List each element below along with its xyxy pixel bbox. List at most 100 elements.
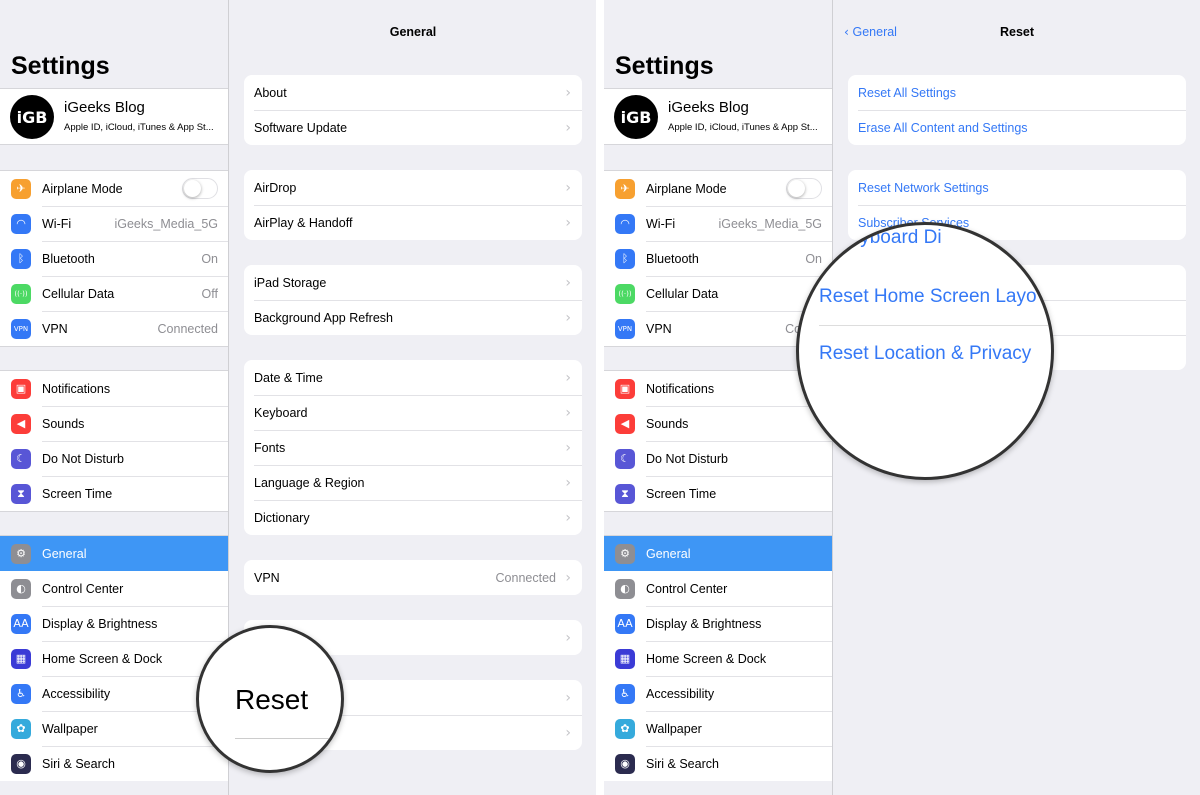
control-center-icon: ◐ — [615, 578, 635, 599]
list-item-background-app-refresh[interactable]: Background App Refresh › — [244, 300, 582, 335]
sidebar-item-vpn[interactable]: VPN VPN Connected — [0, 311, 228, 346]
airplane-mode-toggle[interactable] — [182, 178, 218, 199]
wallpaper-icon: ✿ — [615, 718, 635, 739]
sidebar-title: Settings — [615, 52, 714, 80]
magnified-location-privacy-label[interactable]: Reset Location & Privacy — [819, 343, 1031, 365]
list-item-language-region[interactable]: Language & Region › — [244, 465, 582, 500]
sidebar-item-home-screen-dock[interactable]: ▦ Home Screen & Dock — [0, 641, 228, 676]
control-center-icon: ◐ — [11, 578, 31, 599]
card-storage: iPad Storage › Background App Refresh › — [244, 265, 582, 335]
sidebar-item-notifications[interactable]: ▣ Notifications — [0, 371, 228, 406]
sidebar-item-sounds[interactable]: ◀ Sounds — [604, 406, 832, 441]
list-item-label: AirPlay & Handoff — [254, 215, 353, 230]
page-title: General — [389, 25, 437, 39]
profile-subtitle: Apple ID, iCloud, iTunes & App St... — [64, 122, 214, 133]
sidebar-item-do-not-disturb[interactable]: ☾ Do Not Disturb — [0, 441, 228, 476]
sidebar-item-siri-search[interactable]: ◉ Siri & Search — [0, 746, 228, 781]
chevron-right-icon: › — [565, 310, 571, 326]
sidebar-group-connectivity: ✈ Airplane Mode ◠ Wi-Fi iGeeks_Media_5G ᛒ Blue… — [0, 170, 228, 347]
sidebar-item-accessibility[interactable]: ♿ Accessibility — [0, 676, 228, 711]
profile-name: iGeeks Blog — [64, 99, 145, 116]
sidebar-title: Settings — [11, 52, 110, 80]
sidebar-item-cellular-data[interactable]: ((·)) Cellular Data Off — [0, 276, 228, 311]
list-item-about[interactable]: About › — [244, 75, 582, 110]
list-item-label: iPad Storage — [254, 275, 327, 290]
chevron-right-icon: › — [565, 85, 571, 101]
bluetooth-icon: ᛒ — [615, 248, 635, 269]
sidebar-item-label: Display & Brightness — [646, 616, 762, 631]
sidebar-item-label: Bluetooth — [42, 251, 95, 266]
sidebar-item-do-not-disturb[interactable]: ☾ Do Not Disturb — [604, 441, 832, 476]
sidebar-item-airplane-mode[interactable]: ✈ Airplane Mode — [0, 171, 228, 206]
sidebar-item-label: Cellular Data — [42, 286, 115, 301]
airplane-mode-toggle[interactable] — [786, 178, 822, 199]
list-item-software-update[interactable]: Software Update › — [244, 110, 582, 145]
card-date-time: Date & Time › Keyboard › Fonts › Language & Re… — [244, 360, 582, 535]
sidebar-item-value: iGeeks_Media_5G — [114, 216, 218, 231]
sidebar-item-bluetooth[interactable]: ᛒ Bluetooth On — [0, 241, 228, 276]
sidebar-item-wi-fi[interactable]: ◠ Wi-Fi iGeeks_Media_5G — [604, 206, 832, 241]
sidebar-item-label: Home Screen & Dock — [42, 651, 163, 666]
notifications-icon: ▣ — [615, 378, 635, 399]
settings-sidebar: Settings iGB iGeeks Blog Apple ID, iClou… — [0, 0, 229, 795]
sidebar-item-label: Home Screen & Dock — [646, 651, 767, 666]
chevron-right-icon: › — [565, 215, 571, 231]
chevron-right-icon: › — [565, 630, 571, 646]
sidebar-item-label: Do Not Disturb — [646, 451, 728, 466]
sidebar-item-label: Bluetooth — [646, 251, 699, 266]
sidebar-item-accessibility[interactable]: ♿ Accessibility — [604, 676, 832, 711]
list-item-fonts[interactable]: Fonts › — [244, 430, 582, 465]
sidebar-item-siri-search[interactable]: ◉ Siri & Search — [604, 746, 832, 781]
cellular-icon: ((·)) — [11, 283, 31, 304]
wallpaper-icon: ✿ — [11, 718, 31, 739]
list-item-keyboard[interactable]: Keyboard › — [244, 395, 582, 430]
chevron-right-icon: › — [565, 570, 571, 586]
card-airdrop: AirDrop › AirPlay & Handoff › — [244, 170, 582, 240]
sidebar-item-airplane-mode[interactable]: ✈ Airplane Mode — [604, 171, 832, 206]
sidebar-item-bluetooth[interactable]: ᛒ Bluetooth On — [604, 241, 832, 276]
sidebar-item-label: Siri & Search — [646, 756, 719, 771]
profile-subtitle: Apple ID, iCloud, iTunes & App St... — [668, 122, 818, 133]
sidebar-item-display-brightness[interactable]: AA Display & Brightness — [604, 606, 832, 641]
sidebar-group-general: ⚙ General ◐ Control Center AA Display & Brigh… — [604, 535, 832, 781]
apple-id-profile[interactable]: iGB iGeeks Blog Apple ID, iCloud, iTunes… — [604, 88, 832, 145]
wifi-icon: ◠ — [11, 213, 31, 234]
chevron-right-icon: › — [565, 510, 571, 526]
sidebar-item-display-brightness[interactable]: AA Display & Brightness — [0, 606, 228, 641]
list-item-erase-all-content-and-settings[interactable]: Erase All Content and Settings — [848, 110, 1186, 145]
sidebar-item-general[interactable]: ⚙ General — [0, 536, 228, 571]
sidebar-item-wi-fi[interactable]: ◠ Wi-Fi iGeeks_Media_5G — [0, 206, 228, 241]
display-icon: AA — [11, 613, 31, 634]
list-item-label: Software Update — [254, 120, 348, 135]
list-item-dictionary[interactable]: Dictionary › — [244, 500, 582, 535]
sidebar-item-general[interactable]: ⚙ General — [604, 536, 832, 571]
sidebar-item-sounds[interactable]: ◀ Sounds — [0, 406, 228, 441]
sidebar-item-screen-time[interactable]: ⧗ Screen Time — [604, 476, 832, 511]
sidebar-item-control-center[interactable]: ◐ Control Center — [0, 571, 228, 606]
hourglass-icon: ⧗ — [615, 483, 635, 504]
display-icon: AA — [615, 613, 635, 634]
list-item-airdrop[interactable]: AirDrop › — [244, 170, 582, 205]
sidebar-item-wallpaper[interactable]: ✿ Wallpaper — [604, 711, 832, 746]
list-item-label: Erase All Content and Settings — [858, 120, 1028, 135]
list-item-date-time[interactable]: Date & Time › — [244, 360, 582, 395]
list-item-reset-network-settings[interactable]: Reset Network Settings — [848, 170, 1186, 205]
airplane-icon: ✈ — [615, 178, 635, 199]
sidebar-item-cellular-data[interactable]: ((·)) Cellular Data — [604, 276, 832, 311]
apple-id-profile[interactable]: iGB iGeeks Blog Apple ID, iCloud, iTunes… — [0, 88, 228, 145]
profile-name: iGeeks Blog — [668, 99, 749, 116]
sidebar-item-control-center[interactable]: ◐ Control Center — [604, 571, 832, 606]
sidebar-item-label: Display & Brightness — [42, 616, 158, 631]
list-item-airplay-handoff[interactable]: AirPlay & Handoff › — [244, 205, 582, 240]
list-item-ipad-storage[interactable]: iPad Storage › — [244, 265, 582, 300]
bluetooth-icon: ᛒ — [11, 248, 31, 269]
card-vpn: VPN Connected › — [244, 560, 582, 595]
magnified-home-screen-label[interactable]: Reset Home Screen Layo — [819, 286, 1037, 308]
sidebar-item-screen-time[interactable]: ⧗ Screen Time — [0, 476, 228, 511]
list-item-vpn[interactable]: VPN Connected › — [244, 560, 582, 595]
sidebar-item-wallpaper[interactable]: ✿ Wallpaper — [0, 711, 228, 746]
sidebar-item-home-screen-dock[interactable]: ▦ Home Screen & Dock — [604, 641, 832, 676]
avatar: iGB — [614, 95, 658, 139]
sounds-icon: ◀ — [11, 413, 31, 434]
list-item-reset-all-settings[interactable]: Reset All Settings — [848, 75, 1186, 110]
